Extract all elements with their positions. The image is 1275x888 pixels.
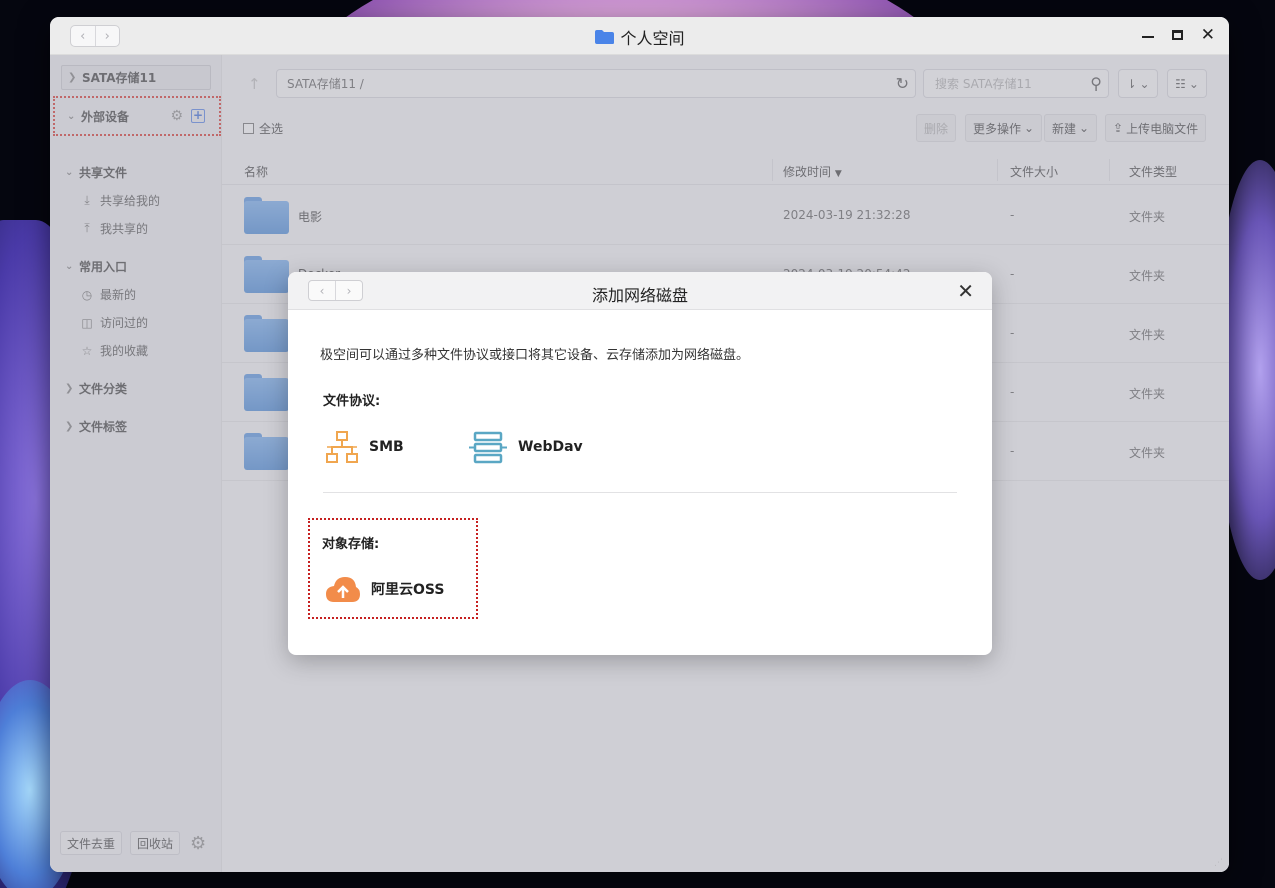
dialog-description: 极空间可以通过多种文件协议或接口将其它设备、云存储添加为网络磁盘。 bbox=[320, 348, 750, 363]
cloud-upload-icon bbox=[326, 577, 360, 602]
close-icon[interactable]: ✕ bbox=[957, 279, 974, 303]
network-topology-icon bbox=[326, 431, 358, 463]
protocols-section-label: 文件协议: bbox=[323, 394, 381, 409]
smb-option[interactable]: SMB bbox=[325, 430, 404, 464]
dialog-title: 添加网络磁盘 bbox=[591, 286, 688, 305]
maximize-icon[interactable] bbox=[1171, 30, 1183, 40]
window-title: 个人空间 bbox=[50, 25, 1229, 49]
minimize-icon[interactable] bbox=[1141, 36, 1154, 38]
section-divider bbox=[323, 492, 957, 493]
title-bar: ‹ › 个人空间 ✕ bbox=[50, 17, 1229, 55]
webdav-label: WebDav bbox=[518, 439, 583, 455]
folder-icon bbox=[594, 29, 615, 45]
server-stack-icon bbox=[469, 431, 507, 464]
webdav-option[interactable]: WebDav bbox=[468, 430, 583, 464]
window-controls: ✕ bbox=[1141, 26, 1215, 44]
window-title-text: 个人空间 bbox=[620, 29, 685, 48]
add-network-disk-dialog: ‹ › 添加网络磁盘 ✕ 极空间可以通过多种文件协议或接口将其它设备、云存储添加… bbox=[288, 272, 992, 655]
aliyun-oss-label: 阿里云OSS bbox=[371, 582, 445, 598]
dialog-header: ‹ › 添加网络磁盘 ✕ bbox=[288, 272, 992, 310]
aliyun-oss-option[interactable]: 阿里云OSS bbox=[325, 574, 444, 604]
object-storage-section-label: 对象存储: bbox=[322, 537, 380, 552]
smb-label: SMB bbox=[369, 439, 404, 455]
close-icon[interactable]: ✕ bbox=[1201, 26, 1215, 44]
